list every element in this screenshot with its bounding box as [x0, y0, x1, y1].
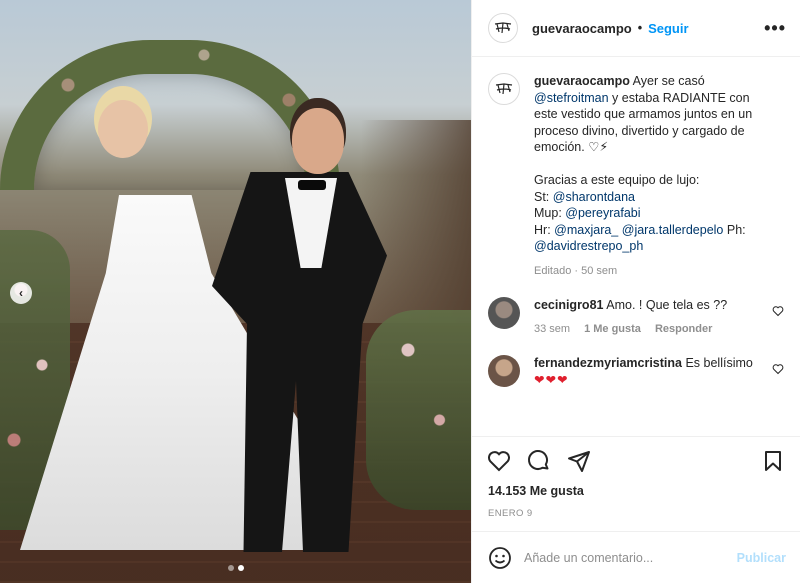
commenter-avatar[interactable] — [488, 355, 520, 387]
mention-link[interactable]: @sharontdana — [553, 190, 635, 204]
send-icon — [568, 450, 590, 472]
comment-item: fernandezmyriamcristina Es bellísimo ❤❤❤ — [488, 355, 784, 388]
carousel-dot — [227, 565, 234, 571]
post-header: guevaraocampo • Seguir ••• — [472, 0, 800, 57]
comment-username[interactable]: fernandezmyriamcristina — [534, 356, 682, 370]
reply-button[interactable]: Responder — [655, 323, 712, 335]
heart-icon — [487, 450, 511, 471]
brand-logo-icon — [494, 22, 512, 34]
mention-link[interactable]: @jara.tallerdepelo — [622, 223, 724, 237]
caption-avatar[interactable] — [488, 73, 520, 105]
bookmark-icon — [765, 450, 781, 471]
like-button[interactable] — [486, 448, 512, 474]
caption-username[interactable]: guevaraocampo — [534, 74, 630, 88]
comment-likes[interactable]: 1 Me gusta — [584, 323, 641, 335]
heart-bolt-emoji: ♡⚡ — [588, 140, 609, 154]
caption-meta: Editado · 50 sem — [534, 264, 618, 277]
comment-text: Es bellísimo — [685, 356, 753, 370]
comment-button[interactable] — [526, 448, 552, 474]
flowers-right — [366, 310, 471, 510]
carousel-dot-active — [237, 565, 244, 571]
header-username[interactable]: guevaraocampo — [532, 21, 632, 36]
comment-text: Amo. ! Que tela es ?? — [606, 297, 728, 312]
save-button[interactable] — [760, 448, 786, 474]
comment-item: cecinigro81 Amo. ! Que tela es ?? 33 sem… — [488, 296, 784, 335]
publish-button[interactable]: Publicar — [737, 551, 786, 565]
comment-time[interactable]: 33 sem — [534, 323, 570, 335]
mention-link[interactable]: @pereyrafabi — [565, 206, 640, 220]
comments-section[interactable]: guevaraocampo Ayer se casó @stefroitman … — [472, 57, 800, 436]
post-panel: guevaraocampo • Seguir ••• guevaraocampo… — [471, 0, 800, 583]
commenter-avatar[interactable] — [488, 296, 520, 329]
comment-meta: 33 sem 1 Me gusta Responder — [534, 323, 754, 335]
emoji-icon[interactable] — [488, 546, 512, 570]
bow-tie — [298, 180, 326, 190]
post-photo[interactable]: ‹ — [0, 0, 471, 583]
carousel-indicator — [227, 565, 244, 571]
likes-count[interactable]: 14.153 Me gusta — [472, 484, 800, 498]
groom — [292, 108, 344, 174]
carousel-prev-button[interactable]: ‹ — [10, 282, 32, 304]
add-comment-bar: Añade un comentario... Publicar — [472, 531, 800, 583]
comment-icon — [528, 449, 549, 470]
post-date[interactable]: ENERO 9 — [472, 498, 800, 531]
brand-logo-icon — [495, 83, 513, 95]
comment-input[interactable]: Añade un comentario... — [524, 551, 725, 565]
post-dialog: ‹ guevaraocampo • Seguir ••• guevaraocam… — [0, 0, 800, 583]
mention-link[interactable]: @stefroitman — [534, 91, 609, 105]
follow-button[interactable]: Seguir — [648, 21, 688, 36]
heart-icon[interactable] — [772, 305, 784, 317]
caption: guevaraocampo Ayer se casó @stefroitman … — [488, 73, 784, 277]
chevron-left-icon: ‹ — [19, 286, 23, 300]
caption-text: guevaraocampo Ayer se casó @stefroitman … — [534, 74, 753, 253]
share-button[interactable] — [566, 448, 592, 474]
heart-icon[interactable] — [772, 363, 784, 375]
mention-link[interactable]: @davidrestrepo_ph — [534, 239, 643, 253]
bride — [98, 100, 148, 158]
avatar[interactable] — [488, 13, 518, 43]
action-bar — [472, 436, 800, 484]
comment-username[interactable]: cecinigro81 — [534, 298, 603, 312]
more-options-icon[interactable]: ••• — [764, 18, 786, 39]
mention-link[interactable]: @maxjara_ — [554, 223, 618, 237]
red-hearts-emoji: ❤❤❤ — [534, 372, 569, 387]
separator-dot: • — [637, 21, 643, 35]
